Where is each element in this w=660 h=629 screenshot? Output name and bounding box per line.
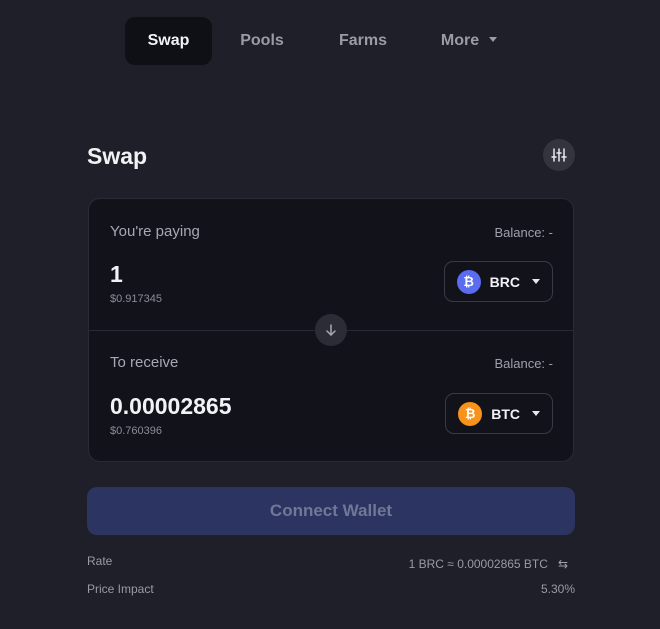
pay-section: You're paying Balance: - 1 $0.917345 ₿ B…	[89, 199, 573, 330]
top-nav: Swap Pools Farms More	[125, 17, 524, 65]
receive-section: To receive Balance: - 0.00002865 $0.7603…	[89, 330, 573, 463]
arrow-down-icon	[326, 324, 336, 336]
pay-label: You're paying	[110, 223, 200, 240]
rate-label: Rate	[87, 554, 113, 568]
chevron-down-icon	[532, 279, 540, 284]
pay-token-symbol: BRC	[489, 273, 520, 290]
sliders-icon	[551, 148, 567, 162]
receive-usd-value: $0.760396	[110, 425, 162, 437]
receive-token-select[interactable]: ₿ BTC	[445, 393, 553, 434]
nav-more[interactable]: More	[414, 17, 524, 65]
price-impact-label: Price Impact	[87, 582, 154, 596]
bitcoin-icon: ₿	[458, 401, 483, 426]
pay-amount-input[interactable]: 1	[110, 261, 123, 288]
rate-value-row: 1 BRC ≈ 0.00002865 BTC ⇆	[409, 557, 568, 571]
nav-swap[interactable]: Swap	[125, 17, 212, 65]
chevron-down-icon	[532, 411, 540, 416]
bitcoin-icon: ₿	[456, 269, 481, 294]
receive-amount: 0.00002865	[110, 393, 232, 419]
nav-farms[interactable]: Farms	[312, 17, 414, 65]
chevron-down-icon	[489, 36, 498, 42]
receive-balance: Balance: -	[494, 356, 553, 371]
swap-arrows-icon[interactable]: ⇆	[558, 557, 568, 571]
connect-wallet-button[interactable]: Connect Wallet	[87, 487, 575, 535]
receive-token-symbol: BTC	[491, 405, 520, 422]
settings-button[interactable]	[543, 139, 575, 171]
page-title: Swap	[87, 143, 148, 169]
pay-token-select[interactable]: ₿ BRC	[443, 261, 553, 302]
nav-pools[interactable]: Pools	[212, 17, 312, 65]
rate-value: 1 BRC ≈ 0.00002865 BTC	[408, 557, 548, 571]
nav-more-label: More	[440, 32, 480, 49]
price-impact-value: 5.30%	[540, 582, 575, 596]
receive-label: To receive	[110, 354, 179, 371]
pay-balance: Balance: -	[494, 225, 553, 240]
pay-usd-value: $0.917345	[110, 293, 162, 305]
switch-direction-button[interactable]	[315, 314, 347, 346]
swap-card: You're paying Balance: - 1 $0.917345 ₿ B…	[88, 198, 574, 462]
